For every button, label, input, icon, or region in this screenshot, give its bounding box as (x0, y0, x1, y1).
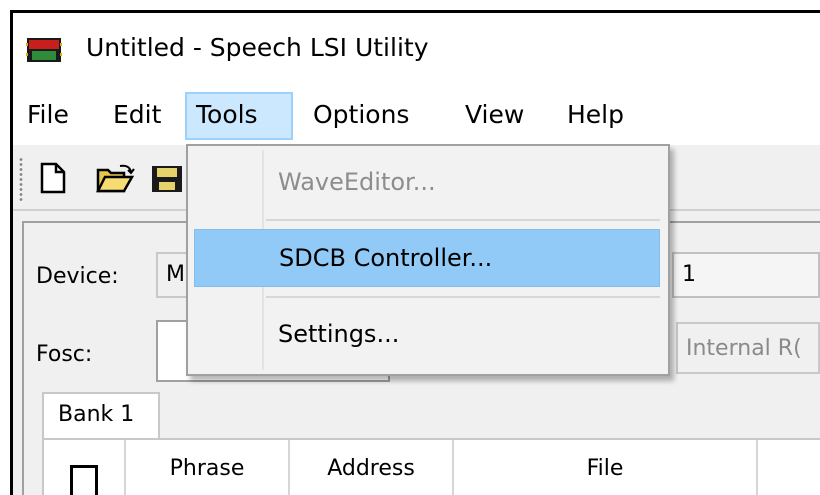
menu-item-sdcb-controller[interactable]: SDCB Controller... (194, 229, 660, 287)
menu-edit[interactable]: Edit (104, 92, 170, 140)
tab-bank-1[interactable]: Bank 1 (42, 392, 160, 440)
lsi-chip-icon (26, 38, 62, 62)
table-header-file[interactable]: File (454, 440, 758, 495)
table-header-address[interactable]: Address (290, 440, 454, 495)
application-window: Untitled - Speech LSI Utility File Edit … (0, 0, 820, 495)
oscillator-source-dropdown[interactable]: Internal R( (676, 322, 820, 374)
fosc-label: Fosc: (36, 342, 93, 367)
device-label: Device: (36, 264, 119, 289)
table-header-phrase[interactable]: Phrase (126, 440, 290, 495)
save-icon[interactable] (150, 164, 186, 194)
menu-item-settings[interactable]: Settings... (194, 306, 660, 364)
menu-tools[interactable]: Tools (185, 92, 293, 140)
new-document-icon[interactable] (40, 162, 66, 194)
select-all-checkbox[interactable] (70, 465, 98, 495)
menu-separator (266, 296, 660, 298)
menu-help[interactable]: Help (558, 92, 633, 140)
window-title: Untitled - Speech LSI Utility (86, 33, 429, 62)
menu-file[interactable]: File (18, 92, 78, 140)
menu-view[interactable]: View (456, 92, 533, 140)
menu-separator (266, 219, 660, 221)
menu-options[interactable]: Options (304, 92, 418, 140)
open-folder-icon[interactable] (96, 164, 136, 194)
menu-item-waveeditor: WaveEditor... (278, 168, 436, 196)
toolbar-grip[interactable] (19, 157, 23, 201)
bank-count-field[interactable]: 1 (672, 252, 820, 298)
